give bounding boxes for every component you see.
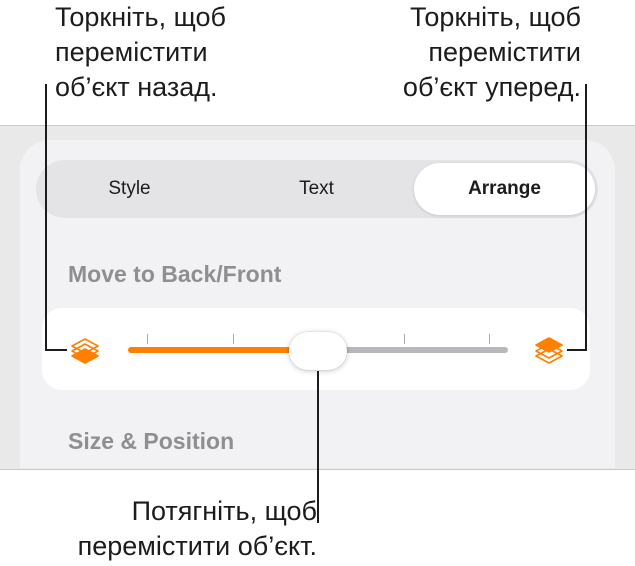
- leader-back-horizontal: [45, 349, 67, 351]
- slider-tick: [147, 334, 148, 344]
- format-tab-control: Style Text Arrange: [36, 160, 598, 218]
- move-section-title: Move to Back/Front: [68, 261, 282, 287]
- leader-front-horizontal: [567, 349, 587, 351]
- slider-thumb[interactable]: [289, 332, 347, 370]
- slider-tick: [403, 334, 405, 344]
- tab-style[interactable]: Style: [36, 160, 223, 218]
- leader-drag: [317, 371, 319, 523]
- leader-front-vertical: [585, 84, 587, 350]
- slider-tick: [232, 334, 234, 344]
- tab-arrange[interactable]: Arrange: [414, 163, 595, 215]
- leader-back-vertical: [45, 84, 47, 350]
- tab-text[interactable]: Text: [223, 160, 410, 218]
- size-section-title: Size & Position: [68, 428, 235, 454]
- slider-tick: [489, 334, 490, 344]
- callout-move-front: Торкніть, щоб перемістити об’єкт уперед.: [402, 2, 581, 102]
- callout-drag: Потягніть, щоб перемістити об’єкт.: [77, 496, 317, 561]
- layers-back-icon[interactable]: [69, 335, 101, 367]
- callout-move-back: Торкніть, щоб перемістити об’єкт назад.: [55, 2, 226, 102]
- layers-front-icon[interactable]: [533, 335, 565, 367]
